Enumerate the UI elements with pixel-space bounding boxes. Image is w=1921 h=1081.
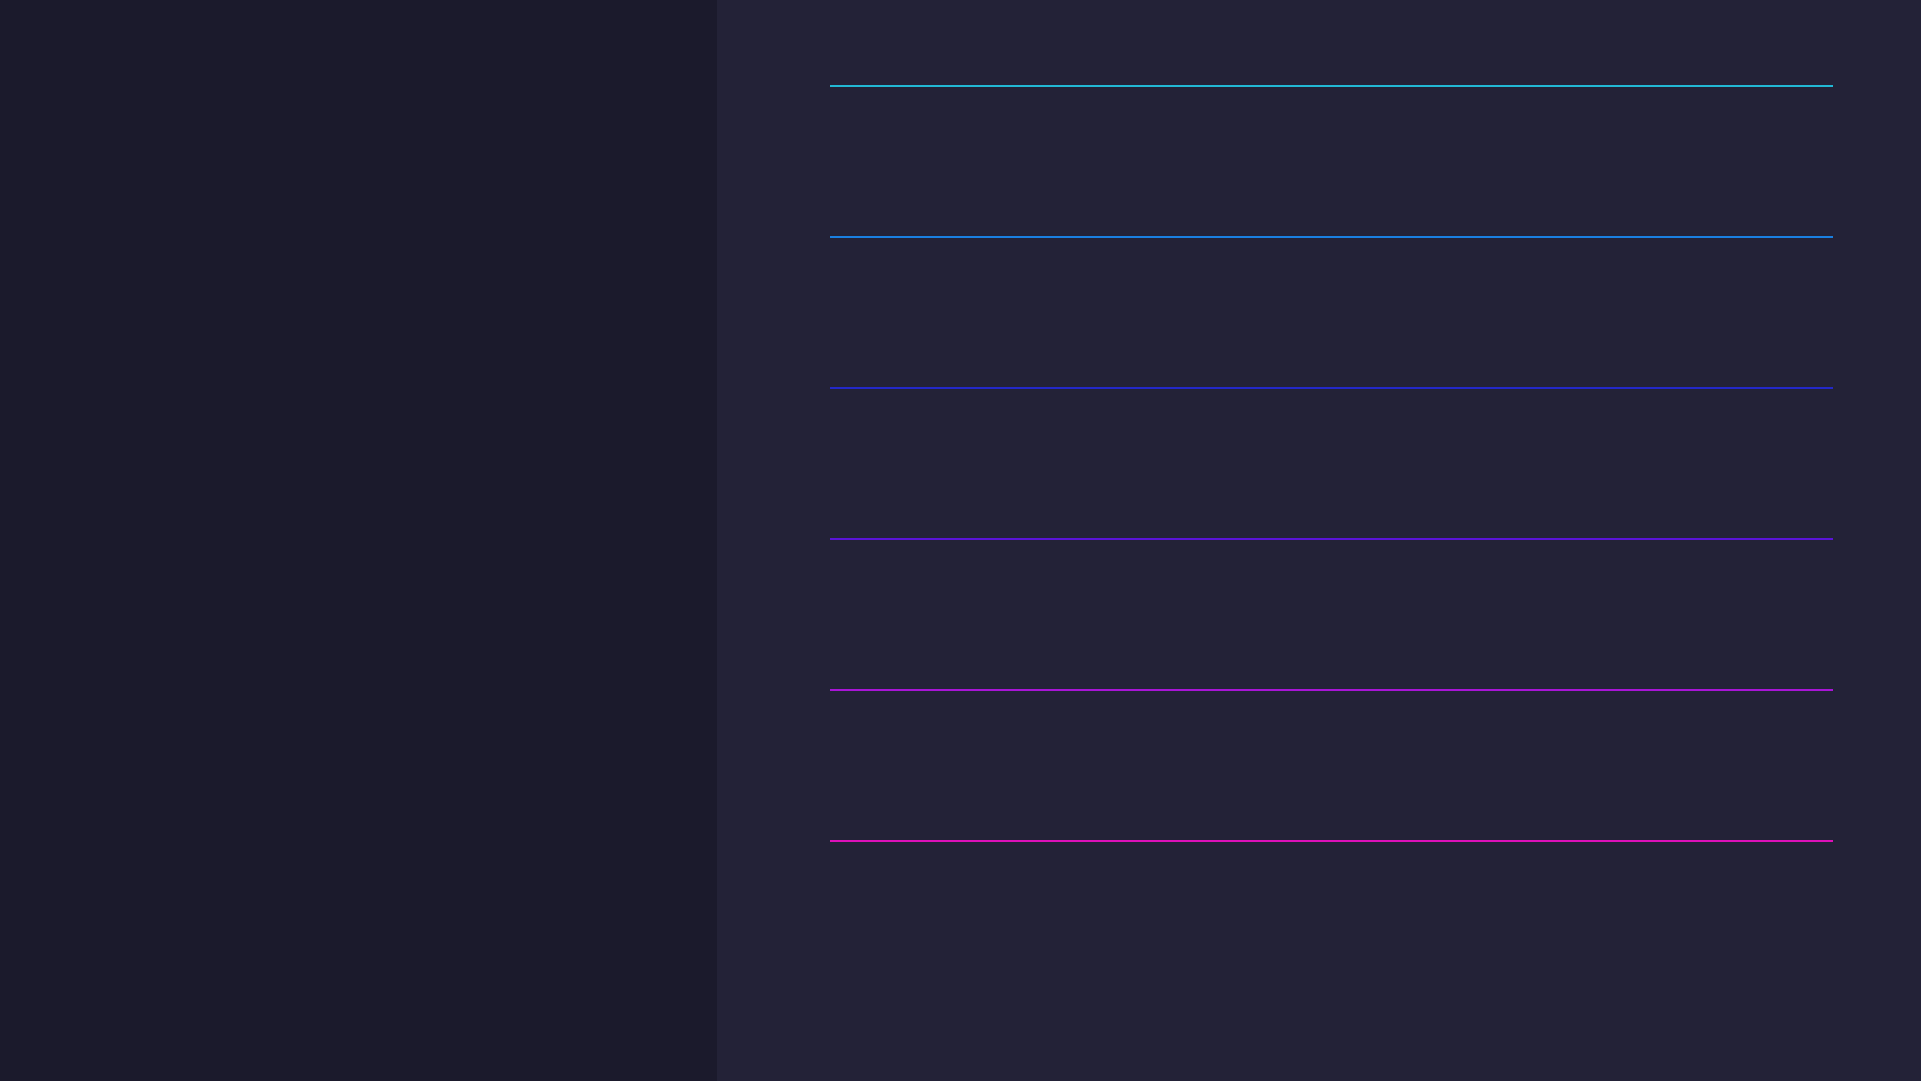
accent-line-5 (830, 689, 1833, 691)
sidebar-panel (0, 0, 717, 1081)
accent-line-6 (830, 840, 1833, 842)
accent-line-4 (830, 538, 1833, 540)
accent-line-3 (830, 387, 1833, 389)
accent-line-2 (830, 236, 1833, 238)
main-panel (717, 0, 1921, 1081)
app-window (0, 0, 1921, 1081)
accent-line-1 (830, 85, 1833, 87)
